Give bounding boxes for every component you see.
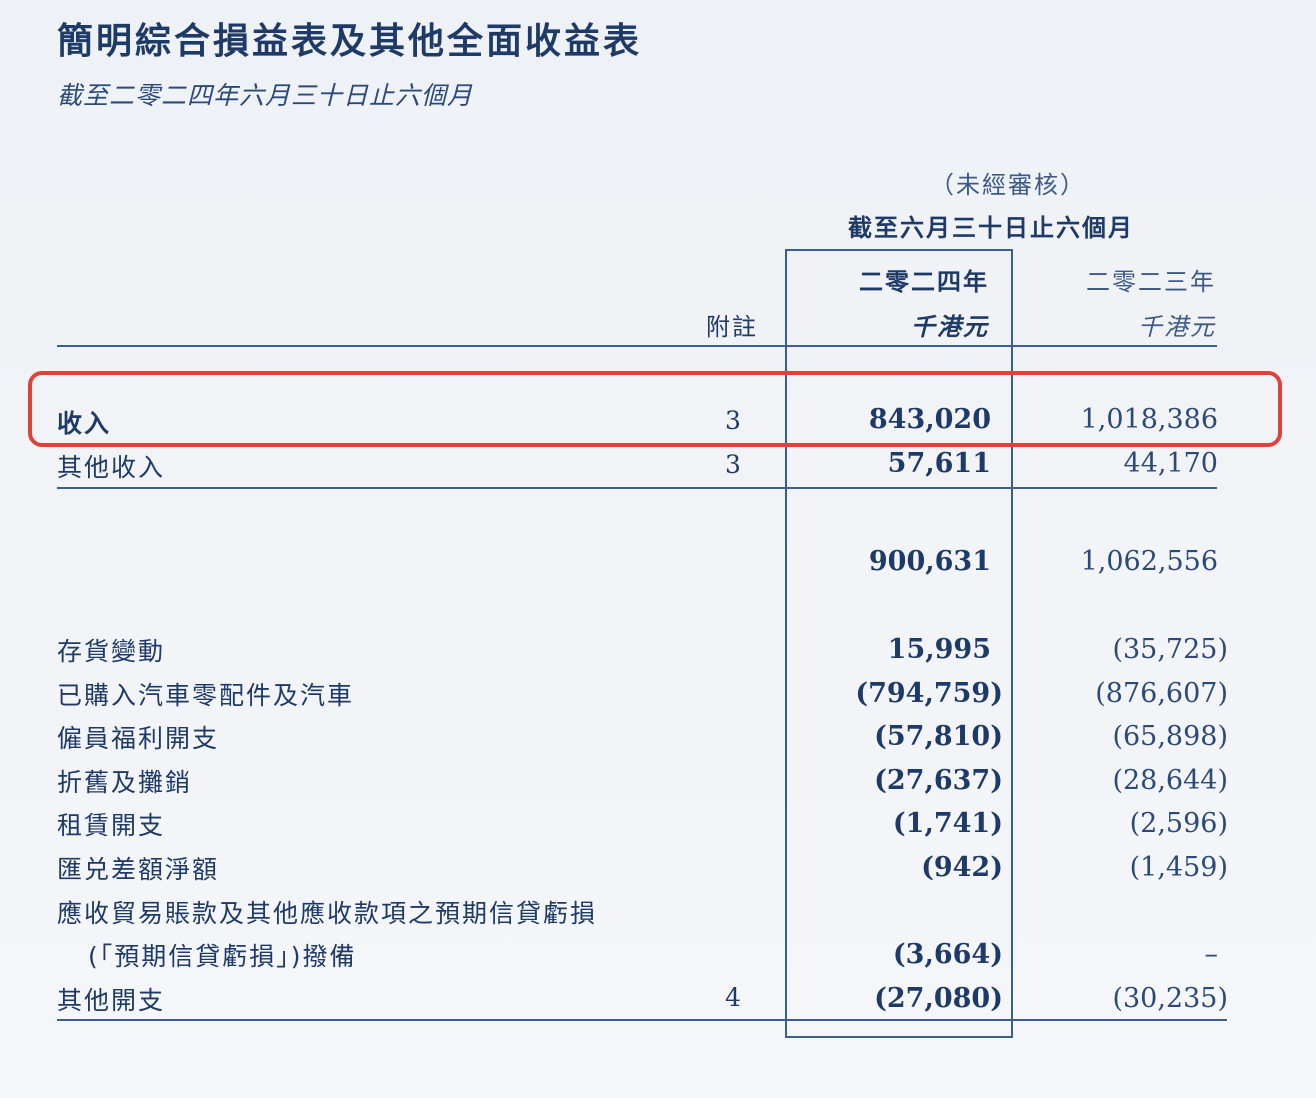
row-label-employee-benefits: 僱員福利開支 <box>57 724 220 753</box>
row-2023-subtotal: 1,062,556 <box>1080 546 1218 577</box>
bottom-rule <box>57 1019 1227 1021</box>
row-2023-fx-difference: (1,459) <box>1129 852 1228 883</box>
revenue-row-highlight <box>28 371 1282 447</box>
row-2023-other-expenses: (30,235) <box>1112 983 1228 1014</box>
period-label: 截至六月三十日止六個月 <box>848 214 1134 242</box>
row-2024-depreciation: (27,637) <box>874 765 1003 796</box>
row-2024-fx-difference: (942) <box>921 852 1003 883</box>
row-2024-lease-expense: (1,741) <box>892 808 1003 839</box>
row-2023-lease-expense: (2,596) <box>1129 808 1228 839</box>
row-2023-parts-purchased: (876,607) <box>1095 678 1228 709</box>
row-label-ecl-line2: (「預期信貸虧損」)撥備 <box>88 942 357 971</box>
row-2023-employee-benefits: (65,898) <box>1112 721 1228 752</box>
row-2024-subtotal: 900,631 <box>868 546 991 577</box>
unaudited-label: （未經審核） <box>930 171 1086 199</box>
row-2024-other-income: 57,611 <box>887 448 991 479</box>
row-2024-employee-benefits: (57,810) <box>874 721 1003 752</box>
row-2024-inventory-change: 15,995 <box>887 634 991 665</box>
row-2023-inventory-change: (35,725) <box>1112 634 1228 665</box>
row-label-depreciation: 折舊及攤銷 <box>57 768 193 797</box>
row-label-ecl-line1: 應收貿易賬款及其他應收款項之預期信貸虧損 <box>57 899 598 928</box>
row-label-other-expenses: 其他開支 <box>57 986 166 1015</box>
row-label-other-income: 其他收入 <box>57 453 166 482</box>
row-label-parts-purchased: 已購入汽車零配件及汽車 <box>57 681 355 710</box>
subtotal-rule <box>57 487 1217 489</box>
row-2024-other-expenses: (27,080) <box>874 983 1003 1014</box>
row-label-lease-expense: 租賃開支 <box>57 811 166 840</box>
row-2023-ecl: – <box>1204 939 1219 970</box>
page-title: 簡明綜合損益表及其他全面收益表 <box>57 21 643 62</box>
col-2023-unit: 千港元 <box>1138 313 1216 341</box>
row-2024-parts-purchased: (794,759) <box>855 678 1003 709</box>
row-label-fx-difference: 匯兑差額淨額 <box>57 855 220 884</box>
row-2023-other-income: 44,170 <box>1123 448 1218 479</box>
row-label-inventory-change: 存貨變動 <box>57 637 166 666</box>
row-2024-ecl: (3,664) <box>892 939 1003 970</box>
note-header: 附註 <box>706 313 758 341</box>
page-subtitle: 截至二零二四年六月三十日止六個月 <box>57 81 474 110</box>
header-rule <box>57 345 1217 347</box>
col-2023-header: 二零二三年 <box>1086 268 1216 296</box>
row-note-other-expenses: 4 <box>725 983 741 1012</box>
row-2023-depreciation: (28,644) <box>1112 765 1228 796</box>
row-note-other-income: 3 <box>725 450 741 479</box>
